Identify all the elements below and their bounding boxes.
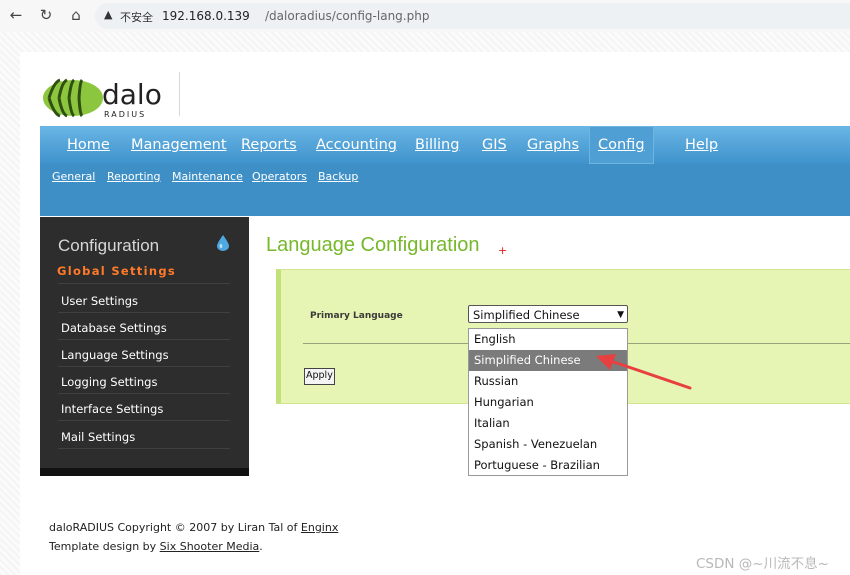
apply-button[interactable]: Apply — [304, 368, 335, 385]
menu-gis[interactable]: GIS — [473, 126, 516, 164]
address-bar[interactable]: ▲ 不安全 192.168.0.139 /daloradius/config-l… — [95, 3, 850, 29]
expand-plus-icon[interactable]: + — [498, 244, 507, 257]
url-host: 192.168.0.139 — [162, 9, 250, 23]
sidebar-title: Configuration — [58, 236, 160, 255]
sidebar-item-logging-settings[interactable]: Logging Settings — [61, 375, 157, 389]
select-value: Simplified Chinese — [473, 308, 580, 322]
option-portuguese-brazilian[interactable]: Portuguese - Brazilian — [469, 455, 627, 476]
six-shooter-link[interactable]: Six Shooter Media — [160, 540, 260, 553]
enginx-link[interactable]: Enginx — [301, 521, 338, 534]
sidebar-item-language-settings[interactable]: Language Settings — [61, 348, 169, 362]
sidebar-footer-bar — [40, 468, 249, 476]
footer-design: Template design by Six Shooter Media. — [49, 540, 263, 553]
menu-home[interactable]: Home — [58, 126, 119, 164]
sidebar-divider — [58, 420, 230, 421]
option-english[interactable]: English — [469, 329, 627, 350]
logo-separator — [179, 72, 180, 116]
menu-reports[interactable]: Reports — [232, 126, 306, 164]
primary-language-label: Primary Language — [310, 311, 403, 321]
sidebar-divider — [58, 312, 230, 313]
sidebar-divider — [58, 339, 230, 340]
back-arrow-icon[interactable]: ← — [6, 5, 26, 25]
sidebar-subtitle: Global Settings — [57, 264, 177, 278]
menu-billing[interactable]: Billing — [406, 126, 468, 164]
insecure-label: 不安全 — [120, 11, 153, 24]
main-menu: Home Management Reports Accounting Billi… — [40, 126, 850, 216]
warning-icon: ▲ — [104, 8, 113, 21]
water-drop-icon — [217, 235, 229, 251]
annotation-arrow-icon — [596, 354, 692, 390]
sidebar-divider — [58, 393, 230, 394]
sidebar-item-mail-settings[interactable]: Mail Settings — [61, 430, 135, 444]
submenu-maintenance[interactable]: Maintenance — [172, 170, 243, 183]
submenu-general[interactable]: General — [52, 170, 95, 183]
menu-accounting[interactable]: Accounting — [307, 126, 406, 164]
sidebar: Configuration Global Settings User Setti… — [40, 217, 249, 475]
sidebar-divider — [58, 283, 230, 284]
submenu-reporting[interactable]: Reporting — [107, 170, 160, 183]
browser-toolbar: ← ↻ ⌂ ▲ 不安全 192.168.0.139 /daloradius/co… — [0, 0, 850, 32]
primary-language-select[interactable]: Simplified Chinese ▼ — [468, 305, 628, 323]
option-italian[interactable]: Italian — [469, 413, 627, 434]
sidebar-divider — [58, 366, 230, 367]
menu-management[interactable]: Management — [122, 126, 236, 164]
sidebar-item-interface-settings[interactable]: Interface Settings — [61, 402, 163, 416]
sidebar-divider — [58, 448, 230, 449]
sidebar-item-user-settings[interactable]: User Settings — [61, 294, 138, 308]
design-text: Template design by — [49, 540, 160, 553]
logo-sub: RADIUS — [104, 110, 146, 119]
reload-icon[interactable]: ↻ — [36, 5, 56, 25]
csdn-watermark: CSDN @~川流不息~ — [696, 556, 829, 572]
language-dropdown-list: English Simplified Chinese Russian Hunga… — [468, 328, 628, 476]
menu-graphs[interactable]: Graphs — [518, 126, 588, 164]
copyright-text: daloRADIUS Copyright © 2007 by Liran Tal… — [49, 521, 301, 534]
url-path: /daloradius/config-lang.php — [265, 9, 430, 23]
footer-copyright: daloRADIUS Copyright © 2007 by Liran Tal… — [49, 521, 338, 534]
menu-config[interactable]: Config — [589, 126, 654, 164]
option-spanish-venezuelan[interactable]: Spanish - Venezuelan — [469, 434, 627, 455]
page-body: dalo RADIUS Home Management Reports Acco… — [20, 52, 850, 575]
menu-help[interactable]: Help — [676, 126, 727, 164]
home-icon[interactable]: ⌂ — [66, 5, 86, 25]
logo-word: dalo — [102, 78, 162, 111]
chevron-down-icon: ▼ — [617, 310, 624, 320]
submenu-backup[interactable]: Backup — [318, 170, 358, 183]
design-suffix: . — [259, 540, 263, 553]
page-title: Language Configuration — [266, 234, 480, 256]
sidebar-item-database-settings[interactable]: Database Settings — [61, 321, 167, 335]
submenu-operators[interactable]: Operators — [252, 170, 307, 183]
daloradius-logo[interactable]: dalo RADIUS — [42, 74, 172, 124]
